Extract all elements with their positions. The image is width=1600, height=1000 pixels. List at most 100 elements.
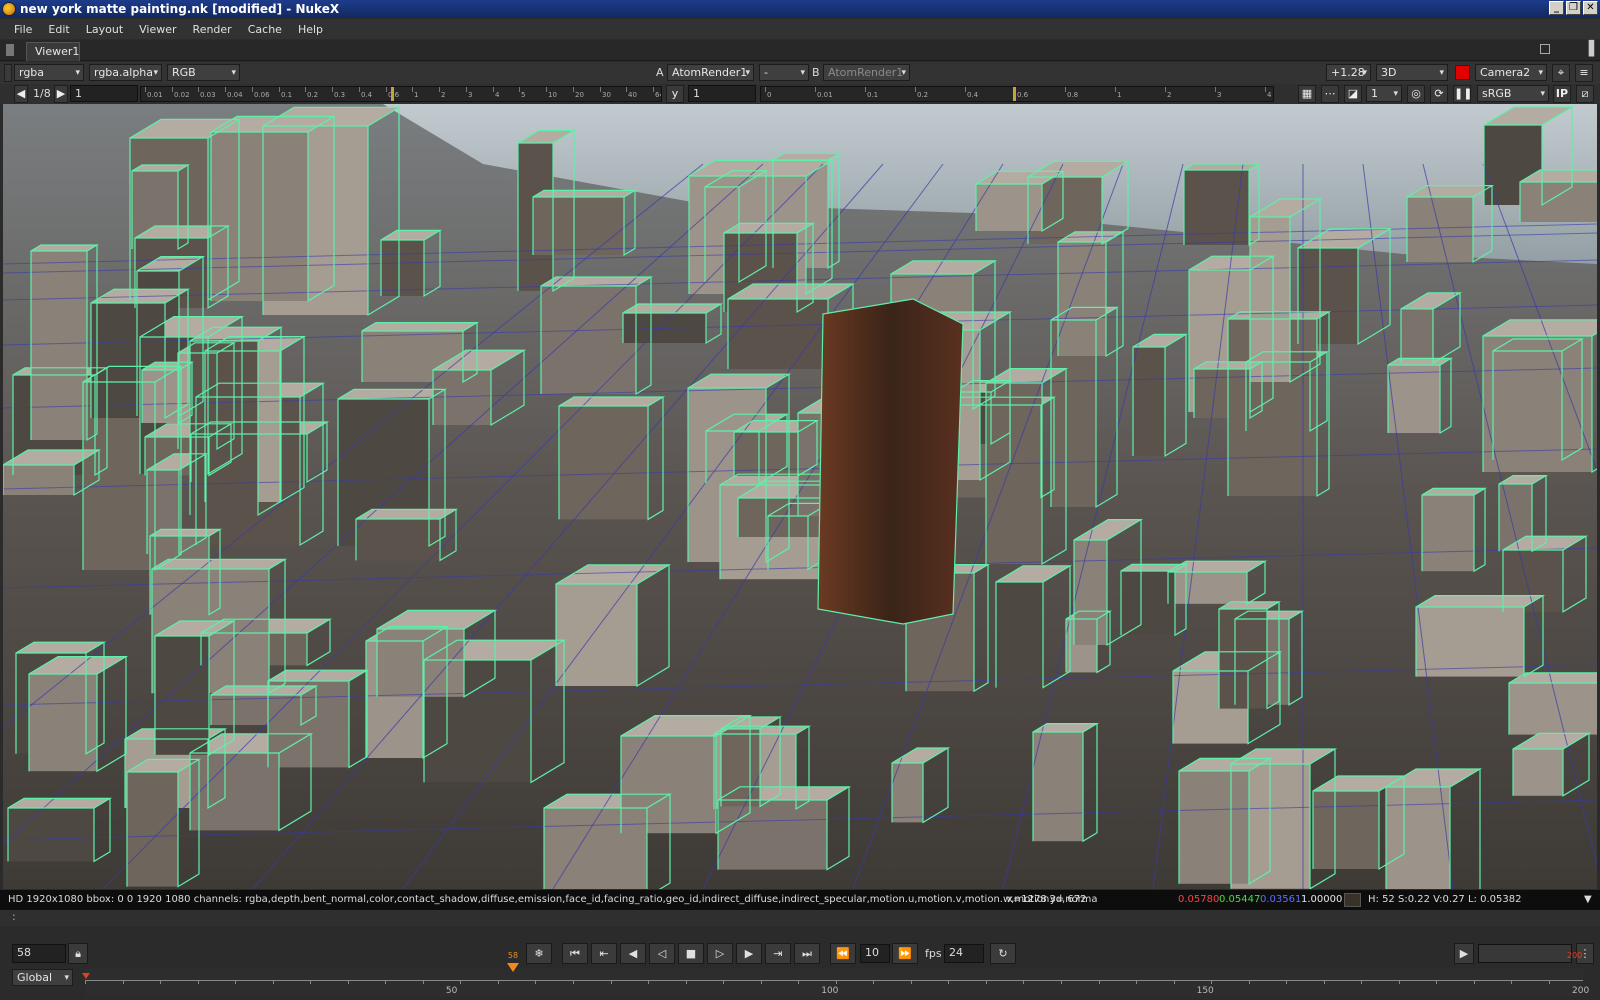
lut-dropdown[interactable]: sRGB [1477,85,1549,102]
alpha-channel-dropdown[interactable]: rgba.alpha [89,64,162,81]
ruler-tick-label: 3 [468,91,473,99]
menu-render[interactable]: Render [185,23,240,36]
ruler-tick [1115,87,1116,92]
stop-icon[interactable]: ■ [678,943,704,964]
timeline-tick [497,980,499,984]
separator-mark: : [12,910,16,923]
menu-cache[interactable]: Cache [240,23,290,36]
gain-slider[interactable]: 0.010.020.030.040.060.10.20.30.40.612345… [140,86,662,102]
color-swatch-red[interactable] [1455,65,1470,80]
gamma-slider-handle[interactable] [1013,87,1016,101]
input-a-dropdown[interactable]: AtomRender1 [667,64,754,81]
viewer-settings-icon[interactable]: ≡ [1575,64,1593,82]
viewer-info-bar: HD 1920x1080 bbox: 0 0 1920 1080 channel… [0,890,1600,910]
menu-edit[interactable]: Edit [40,23,77,36]
wipe-icon[interactable]: ⧄ [1576,85,1594,103]
gain-slider-handle[interactable] [391,87,394,101]
next-frame-icon[interactable]: ▶ [736,943,762,964]
pause-icon[interactable]: ❚❚ [1453,85,1472,103]
menu-viewer[interactable]: Viewer [131,23,184,36]
ruler-tick-label: 5 [521,91,526,99]
compare-mode-dropdown[interactable]: - [759,64,809,81]
ruler-tick-label: 0.01 [817,91,833,99]
play-forward-icon[interactable]: ▷ [707,943,733,964]
close-panel-icon[interactable]: ▐ [1583,41,1594,57]
ruler-tick-label: 0.4 [361,91,373,99]
display-channel-dropdown[interactable]: RGB [167,64,240,81]
input-b-dropdown[interactable]: AtomRender1 [823,64,910,81]
gamma-slider[interactable]: 0 0.01 0.1 0.2 0.4 0.6 0.8 1 2 3 4 [760,86,1274,102]
frame-lock-icon[interactable]: 🔒︎ [68,943,88,964]
ruler-tick-label: 64 [655,91,661,99]
central-tower [817,298,964,625]
mask-overlay-icon[interactable]: ⋯ [1321,85,1339,103]
menu-layout[interactable]: Layout [78,23,131,36]
minimize-button[interactable]: _ [1549,1,1564,15]
in-point-marker[interactable] [82,973,90,979]
cursor-coordinates: x=1278 y= 672 [1007,894,1087,905]
current-frame-field[interactable]: 58 [12,944,66,963]
prev-frame-icon[interactable]: ◀ [620,943,646,964]
first-frame-icon[interactable]: ⏮ [562,943,588,964]
channel-lock-icon[interactable] [4,64,12,82]
loop-mode-icon[interactable]: ↻ [990,943,1016,964]
fps-field[interactable]: 24 [944,944,984,963]
play-backward-icon[interactable]: ◁ [649,943,675,964]
timeline-tick [535,980,537,984]
ruler-tick [252,87,253,92]
timeline-tick [385,980,387,984]
viewer-viewport[interactable] [3,104,1597,889]
input-process-button[interactable]: IP [1553,85,1571,103]
next-keyframe-icon[interactable]: ⇥ [765,943,791,964]
snowflake-cache-icon[interactable]: ❄ [526,943,552,964]
float-panel-icon[interactable] [1540,44,1550,54]
step-back-icon[interactable]: ⏪ [830,943,856,964]
ruler-tick [1165,87,1166,92]
menu-bar: File Edit Layout Viewer Render Cache Hel… [0,19,1600,39]
proxy-level[interactable]: 1/8 [33,87,51,100]
timeline-tick [1173,980,1175,984]
proxy-next-icon[interactable]: ▶ [54,85,68,103]
channels-dropdown[interactable]: rgba [14,64,84,81]
proxy-toggle-icon[interactable]: ◪ [1344,85,1362,103]
window-title-bar: new york matte painting.nk [modified] - … [0,0,1600,18]
range-mode-dropdown[interactable]: Global [12,969,73,986]
timeline-tick [460,980,462,984]
gain-dropdown[interactable]: +1.28 [1326,64,1371,81]
menu-file[interactable]: File [6,23,40,36]
flipbook-icon[interactable]: ▶ [1454,943,1474,964]
ruler-tick [815,87,816,92]
building [1509,672,1597,735]
timeline-tick [1136,980,1138,984]
menu-help[interactable]: Help [290,23,331,36]
proxy-prev-icon[interactable]: ◀ [14,85,28,103]
timeline-tick [910,980,912,984]
gamma-field[interactable]: 1 [688,85,756,102]
flipbook-range-field[interactable] [1478,944,1572,963]
timeline-label: 50 [445,986,458,996]
panel-grip-icon[interactable] [6,44,14,56]
camera-lock-icon[interactable]: ⌖ [1552,64,1570,82]
close-window-button[interactable]: ✕ [1583,1,1598,15]
pixel-red-value: 0.05780 [1178,894,1220,905]
last-frame-icon[interactable]: ⏭ [794,943,820,964]
refresh-icon[interactable]: ⟳ [1430,85,1448,103]
timeline-tick [1023,980,1025,984]
ruler-tick-label: 0.1 [281,91,293,99]
ruler-tick-label: 2 [1167,91,1172,99]
prev-keyframe-icon[interactable]: ⇤ [591,943,617,964]
frame-field[interactable]: 1 [70,85,138,102]
info-bar-menu-icon[interactable]: ▼ [1584,890,1592,910]
timeline-tick [347,980,349,984]
restore-button[interactable]: ❐ [1566,1,1581,15]
downrez-dropdown[interactable]: 1 [1366,85,1402,102]
step-increment-field[interactable]: 10 [860,944,890,963]
render-icon[interactable]: ◎ [1407,85,1425,103]
roi-icon[interactable]: ▦ [1298,85,1316,103]
step-forward-icon[interactable]: ⏩ [892,943,918,964]
camera-dropdown[interactable]: Camera2 [1475,64,1547,81]
view-mode-dropdown[interactable]: 3D [1376,64,1448,81]
tab-viewer1[interactable]: Viewer1 [26,42,80,61]
timeline-slider[interactable]: 50 100 150 200 58 200 [82,951,1589,997]
playhead-marker[interactable] [506,963,519,972]
